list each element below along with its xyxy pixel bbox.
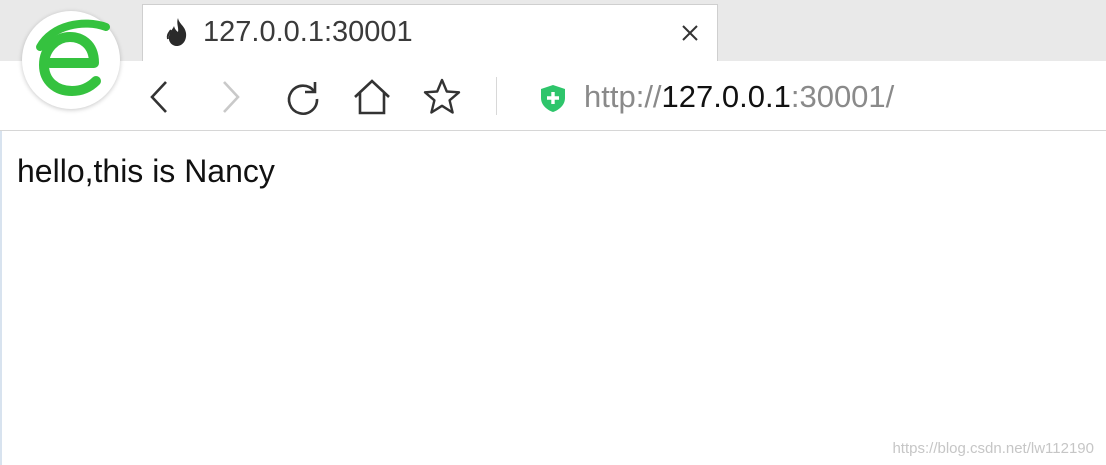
star-icon (423, 78, 461, 114)
home-icon (354, 79, 390, 115)
address-url: http://127.0.0.1:30001/ (584, 78, 894, 116)
page-content: hello,this is Nancy https://blog.csdn.ne… (0, 131, 1106, 465)
reload-icon (287, 82, 319, 115)
reload-button[interactable] (281, 75, 325, 119)
close-icon[interactable] (681, 24, 699, 42)
url-scheme: http:// (584, 79, 662, 114)
toolbar-separator (496, 77, 497, 115)
forward-button[interactable] (208, 75, 252, 119)
tab-title: 127.0.0.1:30001 (203, 16, 413, 48)
page-body-text: hello,this is Nancy (17, 153, 275, 189)
chevron-left-icon (150, 81, 167, 113)
tab-strip: 127.0.0.1:30001 (0, 0, 1106, 62)
flame-icon (165, 17, 191, 47)
bookmark-button[interactable] (420, 75, 464, 119)
toolbar: http://127.0.0.1:30001/ (0, 61, 1106, 131)
url-port-path: :30001/ (790, 79, 895, 114)
url-host: 127.0.0.1 (661, 79, 791, 114)
shield-plus-icon (538, 83, 568, 113)
tab-active[interactable]: 127.0.0.1:30001 (142, 4, 718, 62)
browser-e-logo-icon (22, 11, 120, 109)
back-button[interactable] (138, 75, 182, 119)
watermark: https://blog.csdn.net/lw112190 (892, 440, 1094, 457)
home-button[interactable] (350, 75, 394, 119)
chevron-right-icon (223, 81, 240, 113)
viewport-edge (0, 131, 2, 465)
